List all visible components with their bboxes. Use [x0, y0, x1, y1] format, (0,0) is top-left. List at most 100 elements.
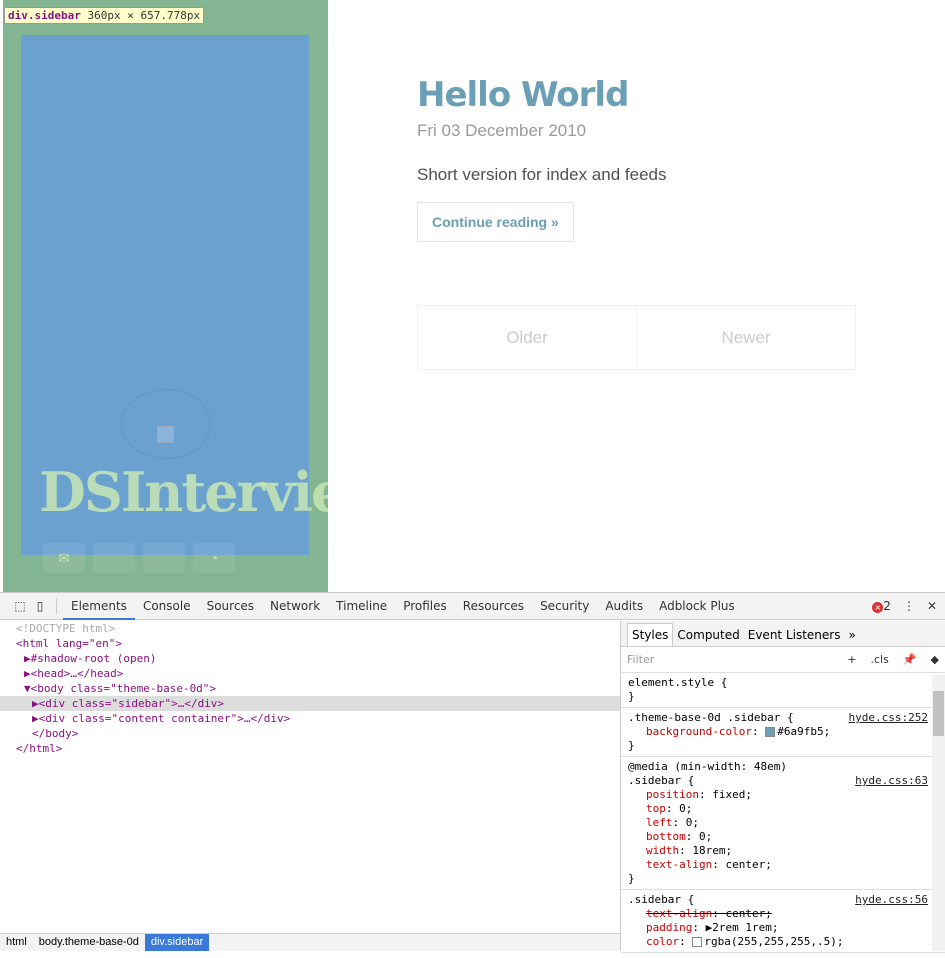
inspect-element-icon[interactable]: ⬚	[10, 599, 30, 613]
tab-security[interactable]: Security	[532, 593, 597, 620]
tooltip-selector: div.sidebar	[8, 9, 81, 22]
dom-node[interactable]: ▶<head>…</head>	[0, 666, 620, 681]
styles-filter[interactable]: Filter + .cls 📌 ◆	[621, 647, 945, 673]
avatar	[121, 389, 211, 459]
breadcrumb-item[interactable]: body.theme-base-0d	[33, 934, 145, 951]
css-rule: element.style {}	[621, 673, 945, 708]
css-property[interactable]: left: 0;	[628, 816, 931, 830]
continue-reading-button[interactable]: Continue reading »	[417, 202, 574, 242]
error-count-value: 2	[883, 599, 891, 613]
property-name: padding	[646, 921, 693, 934]
more-menu-icon[interactable]: ⋮	[903, 599, 915, 613]
site-brand[interactable]: DSInterview	[39, 460, 328, 524]
css-property[interactable]: padding: ▶2rem 1rem;	[628, 921, 931, 935]
css-property[interactable]: background-color: #6a9fb5;	[628, 725, 931, 739]
older-button[interactable]: Older	[418, 306, 636, 369]
pin-icon[interactable]: 📌	[903, 653, 917, 666]
property-name: left	[646, 816, 673, 829]
styles-scrollbar[interactable]	[932, 675, 945, 951]
dom-node[interactable]: <!DOCTYPE html>	[0, 621, 620, 636]
css-property[interactable]: color: rgba(255,255,255,.5);	[628, 935, 931, 949]
css-property[interactable]: position: fixed;	[628, 788, 931, 802]
color-swatch[interactable]	[692, 937, 703, 947]
tab-audits[interactable]: Audits	[597, 593, 651, 620]
envelope-icon: ✉	[58, 550, 70, 566]
property-value: #6a9fb5;	[777, 725, 831, 738]
post-title[interactable]: Hello World	[417, 75, 666, 115]
tab-elements[interactable]: Elements	[63, 593, 135, 620]
css-rule: .sidebar {hyde.css:56 text-align: center;…	[621, 890, 945, 953]
styles-pane: Styles Computed Event Listeners» Filter +.…	[620, 621, 945, 953]
css-property[interactable]: top: 0;	[628, 802, 931, 816]
device-mode-icon[interactable]: ▯	[30, 599, 50, 613]
tab-profiles[interactable]: Profiles	[395, 593, 455, 620]
tab-event-listeners[interactable]: Event Listeners	[744, 624, 845, 646]
property-name: color	[646, 935, 680, 948]
tab-console[interactable]: Console	[135, 593, 199, 620]
css-property[interactable]: width: 18rem;	[628, 844, 931, 858]
dom-node[interactable]: ▶<div class="sidebar">…</div>	[0, 696, 620, 711]
social-button[interactable]: ✉	[43, 543, 85, 573]
dom-node[interactable]: ▼<body class="theme-base-0d">	[0, 681, 620, 696]
property-name: width	[646, 844, 680, 857]
inspector-tooltip: div.sidebar 360px × 657.778px	[4, 7, 205, 24]
diamond-icon[interactable]: ◆	[931, 653, 939, 666]
css-property[interactable]: bottom: 0;	[628, 830, 931, 844]
breadcrumb-item[interactable]: html	[0, 934, 33, 951]
dom-tree: <!DOCTYPE html> <html lang="en"> ▶#shadow-…	[0, 621, 620, 931]
property-name: text-align	[646, 907, 713, 920]
property-value: 0;	[685, 816, 699, 829]
filter-input[interactable]: Filter	[627, 653, 654, 666]
breadcrumb-item[interactable]: div.sidebar	[144, 934, 210, 951]
scrollbar-thumb[interactable]	[933, 691, 944, 736]
rule-selector[interactable]: element.style {	[628, 676, 931, 690]
dom-node[interactable]: ▶<div class="content container">…</div>	[0, 711, 620, 726]
rule-close: }	[628, 690, 635, 703]
dom-node[interactable]: </html>	[0, 741, 620, 756]
tab-network[interactable]: Network	[262, 593, 328, 620]
devtools-controls: × 2 ⋮ ✕	[872, 599, 945, 613]
close-icon[interactable]: ✕	[927, 599, 937, 613]
cls-button[interactable]: .cls	[870, 653, 888, 666]
property-value: 0;	[679, 802, 693, 815]
tab-resources[interactable]: Resources	[455, 593, 532, 620]
error-count[interactable]: × 2	[872, 599, 891, 613]
media-query: @media (min-width: 48em)	[628, 760, 787, 773]
page-viewport: DSInterview ✉ ◔ div.sidebar 360px × 657.7…	[0, 0, 945, 592]
property-value: rgba(255,255,255,.5);	[704, 935, 844, 948]
social-button[interactable]: ◔	[193, 543, 235, 573]
social-button[interactable]	[93, 543, 135, 573]
property-name: bottom	[646, 830, 686, 843]
tab-timeline[interactable]: Timeline	[328, 593, 395, 620]
property-value: ▶2rem 1rem;	[705, 921, 779, 934]
tab-sources[interactable]: Sources	[199, 593, 262, 620]
social-button[interactable]	[143, 543, 185, 573]
rule-source-link[interactable]: hyde.css:63	[855, 774, 928, 788]
pagination: Older Newer	[417, 305, 856, 370]
property-value: center;	[725, 907, 772, 920]
tab-adblock-plus[interactable]: Adblock Plus	[651, 593, 743, 620]
css-rule: @media (min-width: 48em) .sidebar {hyde.c…	[621, 757, 945, 890]
tab-styles[interactable]: Styles	[627, 623, 674, 646]
devtools-panel: ⬚ ▯ Elements Console Sources Network Timelin…	[0, 592, 945, 958]
css-property[interactable]: text-align: center;	[628, 858, 931, 872]
rule-source-link[interactable]: hyde.css:252	[849, 711, 928, 725]
tab-more[interactable]: »	[844, 624, 859, 646]
dom-node[interactable]: </body>	[0, 726, 620, 741]
tab-computed[interactable]: Computed	[673, 624, 743, 646]
color-swatch[interactable]	[765, 727, 776, 737]
new-rule-icon[interactable]: +	[847, 653, 856, 666]
newer-button[interactable]: Newer	[636, 306, 855, 369]
rule-source-link[interactable]: hyde.css:56	[855, 893, 928, 907]
css-rule: .theme-base-0d .sidebar {hyde.css:252 bac…	[621, 708, 945, 757]
css-property[interactable]: text-align: center;	[628, 907, 931, 921]
devtools-tabbar: ⬚ ▯ Elements Console Sources Network Timelin…	[0, 593, 945, 620]
tooltip-size: 360px × 657.778px	[87, 9, 201, 22]
property-value: fixed;	[712, 788, 752, 801]
sidebar-highlight[interactable]: DSInterview ✉ ◔	[3, 0, 328, 592]
dom-node[interactable]: ▶#shadow-root (open)	[0, 651, 620, 666]
rule-close: }	[628, 872, 635, 885]
divider	[56, 598, 57, 614]
breadcrumb: html body.theme-base-0d div.sidebar	[0, 933, 620, 951]
dom-node[interactable]: <html lang="en">	[0, 636, 620, 651]
